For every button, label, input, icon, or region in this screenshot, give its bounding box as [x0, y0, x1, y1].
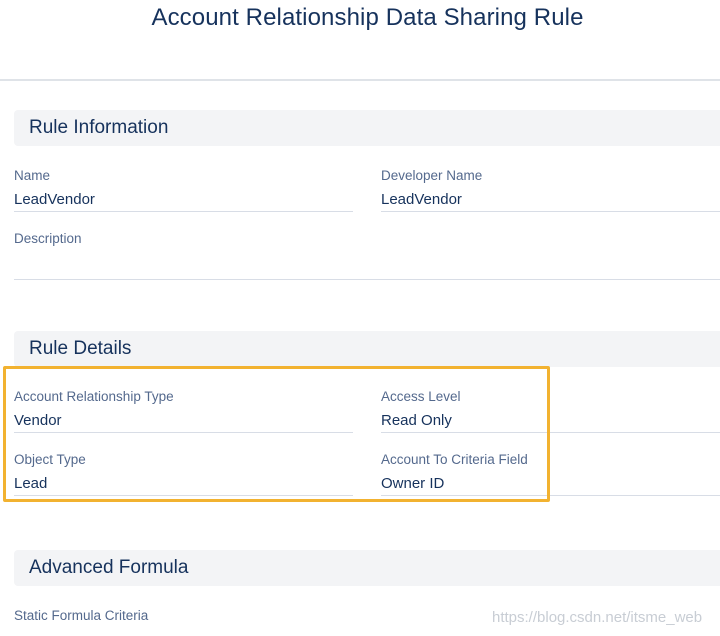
field-underline	[381, 495, 720, 496]
field-underline	[14, 495, 353, 496]
section-header-rule-information: Rule Information	[14, 110, 720, 146]
field-label: Developer Name	[381, 168, 483, 183]
watermark: https://blog.csdn.net/itsme_web	[492, 609, 703, 626]
field-label: Name	[14, 168, 51, 183]
field-label: Object Type	[14, 452, 86, 467]
field-underline	[14, 211, 353, 212]
field-value: Read Only	[381, 412, 452, 429]
field-underline	[381, 211, 720, 212]
section-heading: Rule Details	[29, 338, 132, 359]
title-divider	[0, 79, 720, 81]
page-title: Account Relationship Data Sharing Rule	[151, 4, 584, 31]
field-underline	[381, 432, 720, 433]
section-heading: Advanced Formula	[29, 557, 189, 578]
field-label: Static Formula Criteria	[14, 608, 149, 623]
field-label: Description	[14, 231, 82, 246]
highlight-box	[3, 366, 550, 502]
field-label: Account Relationship Type	[14, 389, 174, 404]
field-value: Vendor	[14, 412, 62, 429]
field-value: Owner ID	[381, 475, 445, 492]
field-underline	[14, 279, 720, 280]
field-label: Account To Criteria Field	[381, 452, 528, 467]
field-label: Access Level	[381, 389, 461, 404]
field-underline	[14, 432, 353, 433]
section-heading: Rule Information	[29, 117, 169, 138]
section-header-rule-details: Rule Details	[14, 331, 720, 367]
section-header-advanced-formula: Advanced Formula	[14, 550, 720, 586]
field-value: Lead	[14, 475, 48, 492]
field-value: LeadVendor	[14, 191, 95, 208]
field-value: LeadVendor	[381, 191, 462, 208]
